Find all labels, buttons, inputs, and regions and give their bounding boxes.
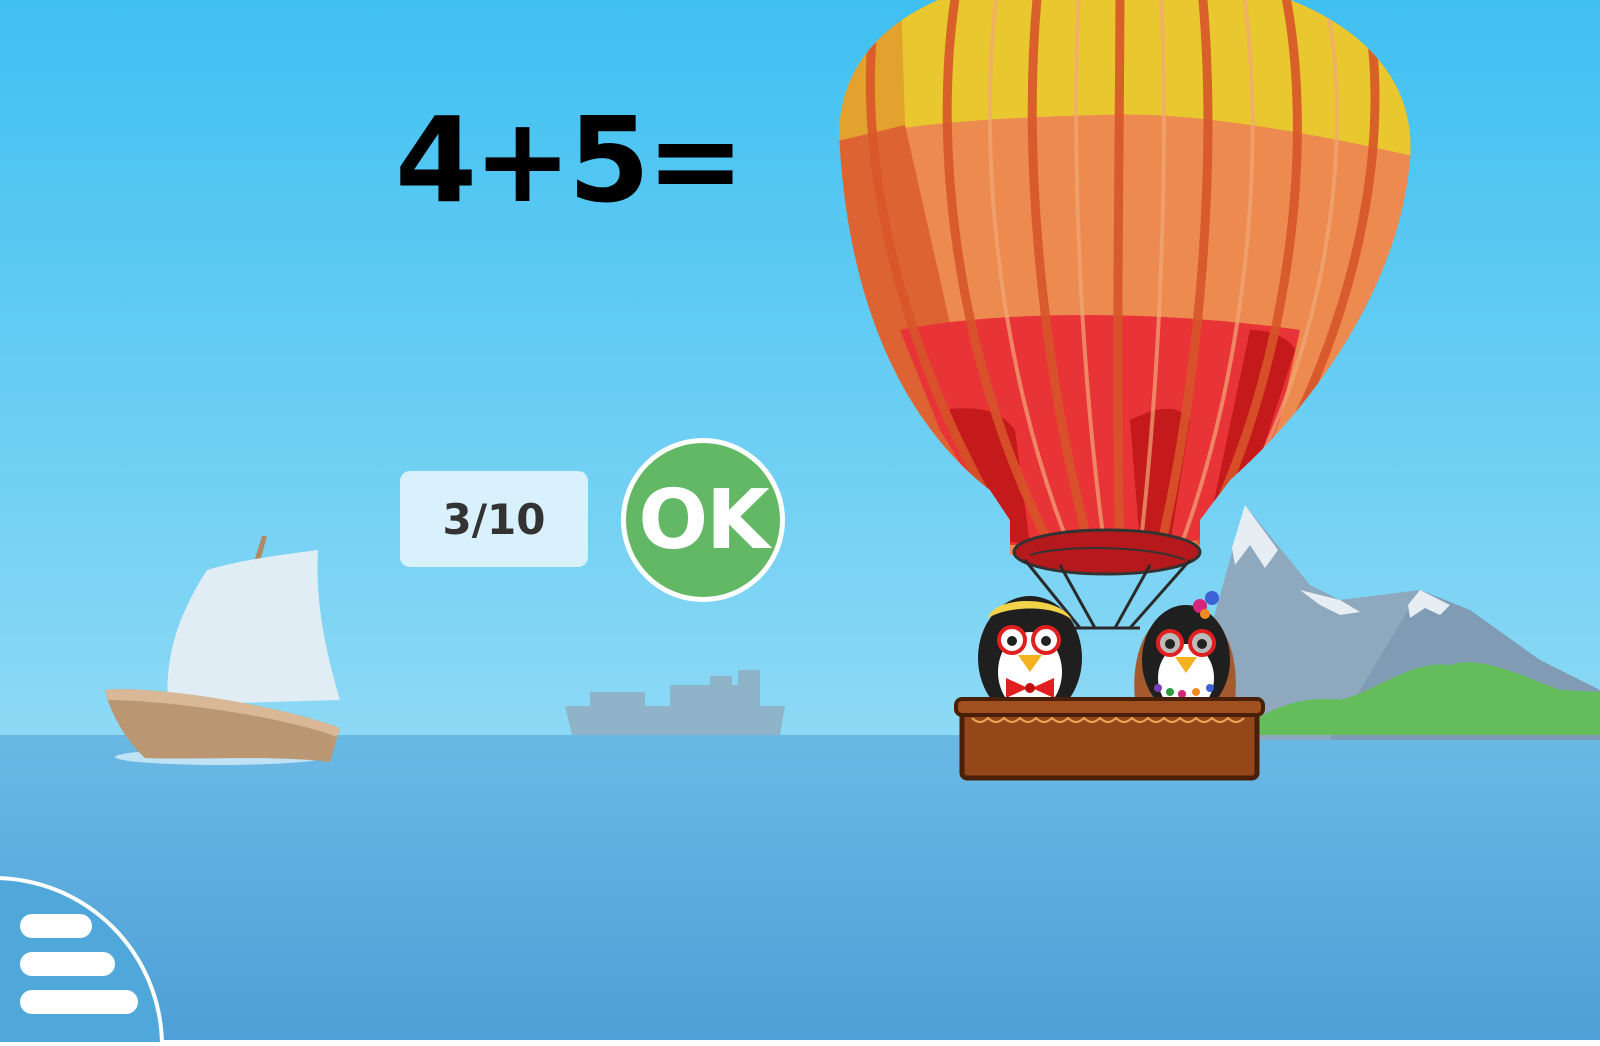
sea [0, 735, 1600, 1040]
operator-plus: + [473, 91, 572, 229]
progress-label: 3/10 [442, 494, 546, 544]
menu-bar-top [20, 914, 92, 938]
progress-counter: 3/10 [400, 471, 588, 567]
math-question: 4+5= [395, 95, 745, 225]
operand-a: 4 [395, 91, 477, 229]
menu-bar-bottom [20, 990, 138, 1014]
menu-bar-middle [20, 952, 115, 976]
balloon-basket [954, 697, 1265, 781]
background-illustration [0, 0, 1600, 1040]
operand-b: 5 [567, 91, 650, 229]
ok-button-label: OK [638, 472, 769, 568]
ok-button[interactable]: OK [621, 438, 785, 602]
game-scene [0, 0, 1600, 1040]
equals-sign: = [646, 91, 745, 229]
